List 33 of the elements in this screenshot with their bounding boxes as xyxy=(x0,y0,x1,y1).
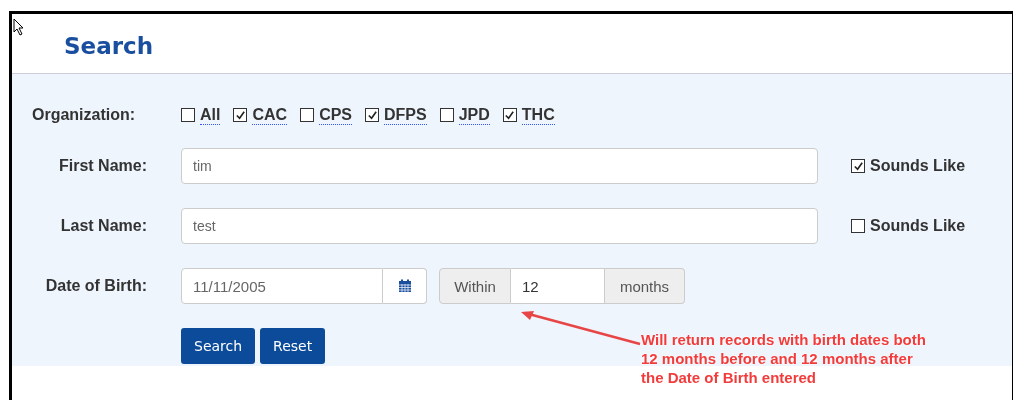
text-field[interactable]: test xyxy=(181,208,818,244)
page-title: Search xyxy=(64,31,154,59)
checkbox-label[interactable]: Sounds Like xyxy=(870,157,966,175)
calendar-button[interactable] xyxy=(383,268,427,304)
annotation-note: Will return records with birth dates both 12 months before and 12 months after the Date of Birth entered xyxy=(641,330,926,387)
field-label: Date of Birth: xyxy=(44,277,147,295)
checkbox-label[interactable]: JPD xyxy=(458,105,490,125)
checkbox[interactable] xyxy=(439,108,454,122)
field-label: Organization: xyxy=(31,106,137,124)
within-label: Within xyxy=(439,268,511,304)
field-label: First Name: xyxy=(57,157,147,175)
form-button[interactable]: Search xyxy=(181,328,256,364)
checkbox-label[interactable]: THC xyxy=(521,105,555,125)
checkbox[interactable] xyxy=(502,108,517,122)
checkbox-label[interactable]: Sounds Like xyxy=(870,217,966,235)
checkbox-label[interactable]: CPS xyxy=(319,105,353,125)
checkbox[interactable] xyxy=(181,108,195,122)
text-field[interactable]: tim xyxy=(181,148,818,184)
date-field[interactable]: 11/11/2005 xyxy=(181,268,383,304)
checkbox[interactable] xyxy=(851,159,865,173)
unit-label: months xyxy=(605,268,685,304)
calendar-icon xyxy=(397,279,412,293)
checkbox-label[interactable]: All xyxy=(200,105,221,125)
checkbox-label[interactable]: CAC xyxy=(252,105,288,125)
checkbox[interactable] xyxy=(300,108,315,122)
checkbox[interactable] xyxy=(851,219,865,233)
checkbox[interactable] xyxy=(233,108,248,122)
form-button[interactable]: Reset xyxy=(260,328,326,364)
field-label: Last Name: xyxy=(59,217,147,235)
checkbox-label[interactable]: DFPS xyxy=(384,105,427,125)
months-field[interactable]: 12 xyxy=(511,268,605,304)
checkbox[interactable] xyxy=(365,108,380,122)
mouse-pointer-icon xyxy=(13,18,25,36)
